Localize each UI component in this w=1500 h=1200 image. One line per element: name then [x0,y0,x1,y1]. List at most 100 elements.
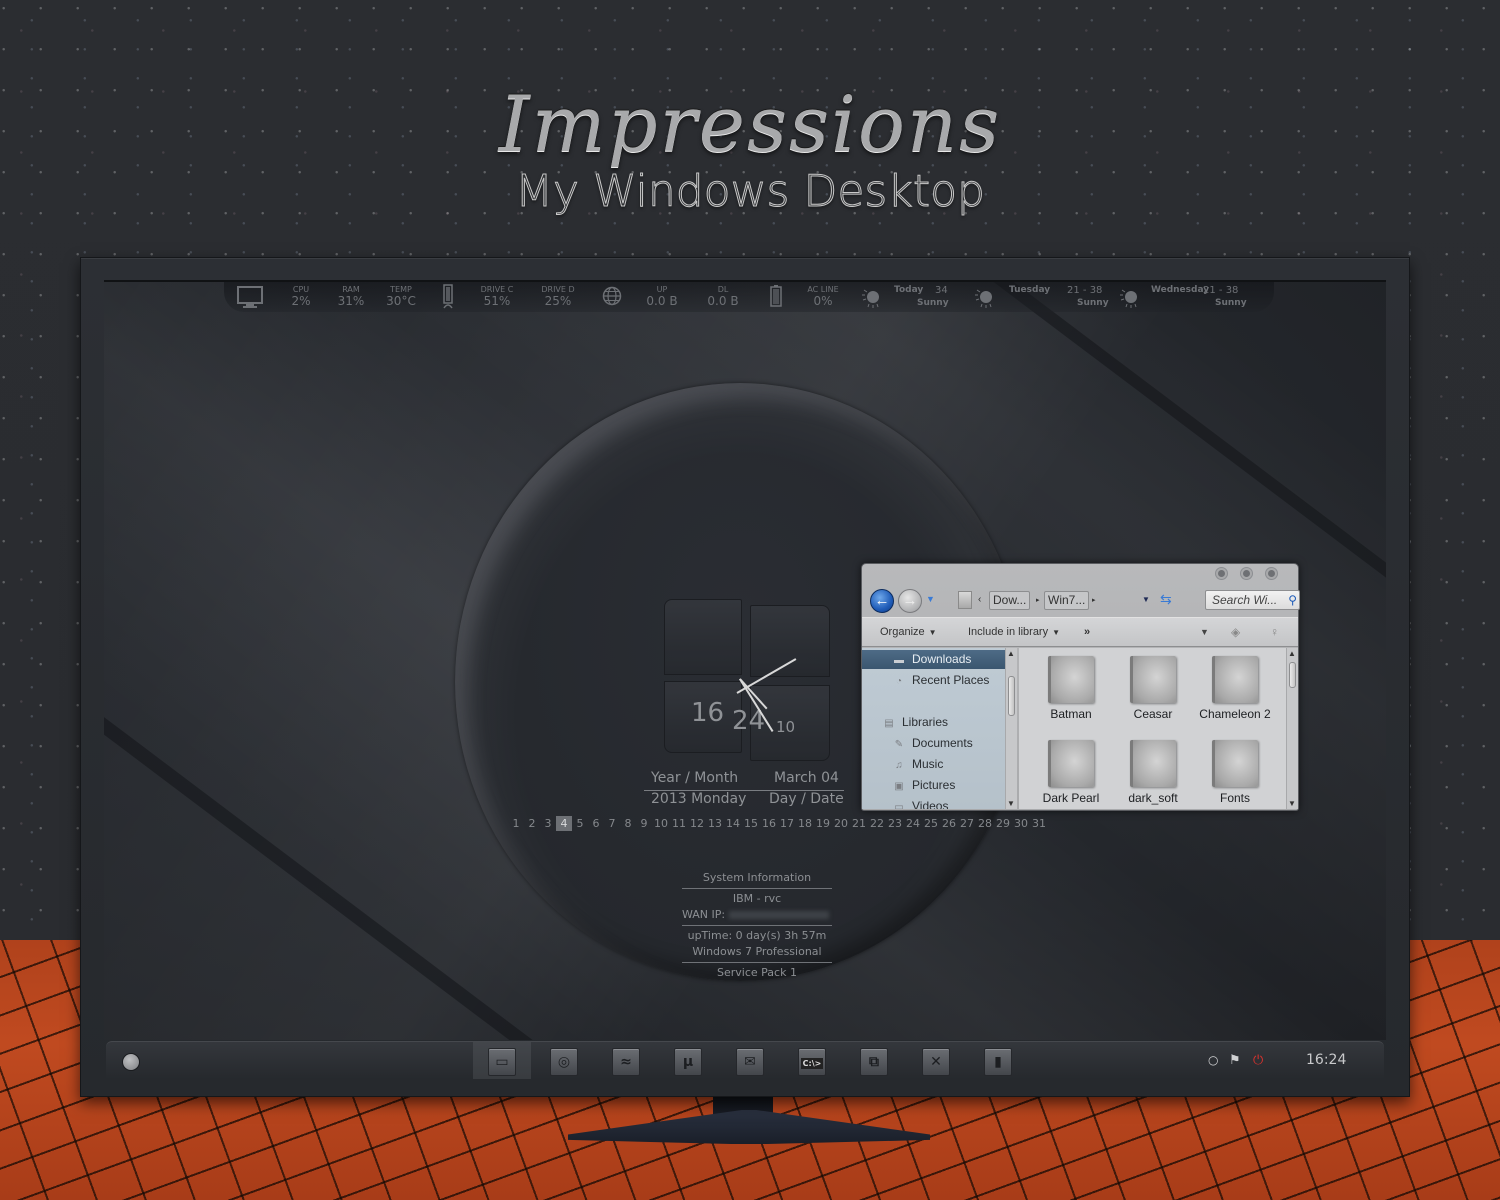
calendar-day: 3 [544,817,552,830]
poster-subtitle: My Windows Desktop [515,166,986,218]
view-options-dropdown[interactable]: ▼ [1200,627,1209,637]
taskbar-notepad-button[interactable]: ▮ [984,1048,1012,1076]
taskbar-firefox-button[interactable]: ≈ [612,1048,640,1076]
calendar-day: 8 [624,817,632,830]
stat-drive-d: DRIVE D 25% [541,285,575,308]
navigation-scrollbar[interactable]: ▲ ▼ [1005,648,1017,809]
minimize-button[interactable] [1218,570,1225,577]
close-button[interactable] [1268,570,1275,577]
music-icon: ♫ [895,760,903,771]
forward-button[interactable]: → [898,589,922,613]
action-center-flag-icon[interactable]: ⚑ [1229,1053,1241,1068]
explorer-window[interactable]: ← → ▼ ‹ Dow... ▸ Win7... ▸ ▼ ⇆ Search Wi… [861,563,1300,811]
help-bulb-icon[interactable]: ♀ [1270,625,1279,639]
taskbar-remote-desktop-button[interactable]: ⧉ [860,1048,888,1076]
calendar-day: 21 [852,817,866,830]
folder-icon [1048,656,1094,703]
drive-icon [443,284,453,309]
recent-pages-dropdown[interactable]: ▼ [926,594,935,604]
windows-logo-clock [664,597,834,762]
maximize-button[interactable] [1243,570,1250,577]
calendar-day: 22 [870,817,884,830]
calendar-day: 25 [924,817,938,830]
taskbar-chrome-button[interactable]: ◎ [550,1048,578,1076]
system-stats-bar: CPU 2% RAM 31% TEMP 30°C DRIVE C 51% DRI… [224,282,1274,312]
breadcrumb-separator-icon[interactable]: ▸ [1036,596,1040,604]
include-in-library-button[interactable]: Include in library ▼ [968,626,1060,638]
calendar-day: 31 [1032,817,1046,830]
nav-item-recent-places[interactable]: ◔ Recent Places [862,671,1005,690]
back-button[interactable]: ← [870,589,894,613]
breadcrumb-separator-icon[interactable]: ▸ [1092,596,1096,604]
sun-icon [975,289,992,308]
nav-item-music[interactable]: ♫ Music [862,755,1005,774]
organize-button[interactable]: Organize ▼ [880,626,937,638]
calendar-day: 27 [960,817,974,830]
breadcrumb-win7[interactable]: Win7... [1044,591,1090,610]
folder-label: Batman [1050,707,1092,721]
scrollbar-thumb[interactable] [1289,662,1296,688]
nav-item-pictures[interactable]: ▣ Pictures [862,776,1005,795]
sysinfo-wan-ip: WAN IP: [682,907,832,923]
breadcrumb-downloads[interactable]: Dow... [989,591,1031,610]
year-month-label: Year / Month [651,770,739,786]
document-icon: ▮ [994,1054,1002,1070]
folder-item[interactable]: Fonts [1195,740,1275,805]
content-scrollbar[interactable]: ▲ ▼ [1286,648,1298,809]
taskbar-command-prompt-button[interactable]: C:\> [798,1048,826,1076]
stat-ac-line: AC LINE 0% [807,285,839,308]
calendar-day: 23 [888,817,902,830]
file-list: Batman Ceasar Chameleon 2 Dark Pearl dark_so… [1019,648,1286,809]
folder-item[interactable]: Chameleon 2 [1195,656,1275,721]
calendar-day: 10 [654,817,668,830]
sysinfo-os: Windows 7 Professional [692,945,822,958]
downloads-folder-icon: ▬ [894,655,904,666]
folder-item[interactable]: Batman [1031,656,1111,721]
refresh-button[interactable]: ⇆ [1160,591,1172,608]
recent-places-icon: ◔ [895,676,903,687]
taskbar-mail-button[interactable]: ✉ [736,1048,764,1076]
monitor-bezel: CPU 2% RAM 31% TEMP 30°C DRIVE C 51% DRI… [80,257,1410,1097]
more-commands-button[interactable]: » [1084,626,1090,638]
nav-item-downloads[interactable]: ▬ Downloads [862,650,1005,669]
calendar-day: 18 [798,817,812,830]
nav-item-videos[interactable]: ▭ Videos [862,797,1005,809]
start-button[interactable] [122,1053,140,1071]
back-arrow-icon: ← [874,592,890,609]
search-icon[interactable]: ⚲ [1288,591,1297,609]
nav-item-documents[interactable]: ✎ Documents [862,734,1005,753]
stat-drive-c: DRIVE C 51% [480,285,514,308]
taskbar: ▭ ◎ ≈ µ ✉ C:\> ⧉ ✕ ▮ ○ ⚑ ⏻ 16:24 [106,1041,1384,1079]
search-input[interactable]: Search Wi... ⚲ [1205,590,1300,610]
sysinfo-uptime: upTime: 0 day(s) 3h 57m [687,929,827,942]
nav-item-libraries[interactable]: ▤ Libraries [862,713,1005,732]
preview-pane-icon[interactable]: ◈ [1231,625,1240,639]
taskbar-tools-button[interactable]: ✕ [922,1048,950,1076]
system-info-widget: System Information IBM - rvc WAN IP: upT… [682,870,832,981]
scrollbar-thumb[interactable] [1008,676,1015,716]
breadcrumb-overflow-icon[interactable]: ‹ [978,594,981,605]
tools-icon: ✕ [930,1054,942,1070]
power-plug-icon[interactable]: ⏻ [1253,1053,1263,1068]
tray-circle-icon[interactable]: ○ [1208,1053,1218,1067]
calendar-day: 14 [726,817,740,830]
utorrent-icon: µ [682,1054,694,1070]
stat-ram: RAM 31% [337,285,365,308]
mail-icon: ✉ [744,1054,756,1070]
taskbar-utorrent-button[interactable]: µ [674,1048,702,1076]
folder-item[interactable]: Dark Pearl [1031,740,1111,805]
calendar-day: 6 [592,817,600,830]
clock-seconds: 10 [776,718,796,736]
tray-clock[interactable]: 16:24 [1306,1052,1346,1068]
address-history-dropdown[interactable]: ▼ [1142,595,1150,604]
wan-ip-redacted [728,911,829,919]
calendar-day: 1 [512,817,520,830]
poster-title: Impressions [498,80,1002,170]
folder-item[interactable]: dark_soft [1113,740,1193,805]
taskbar-explorer-button[interactable]: ▭ [488,1048,516,1076]
folder-label: Ceasar [1133,707,1173,721]
calendar-day: 5 [576,817,584,830]
firefox-icon: ≈ [620,1054,632,1070]
folder-item[interactable]: Ceasar [1113,656,1193,721]
videos-icon: ▭ [894,802,904,809]
